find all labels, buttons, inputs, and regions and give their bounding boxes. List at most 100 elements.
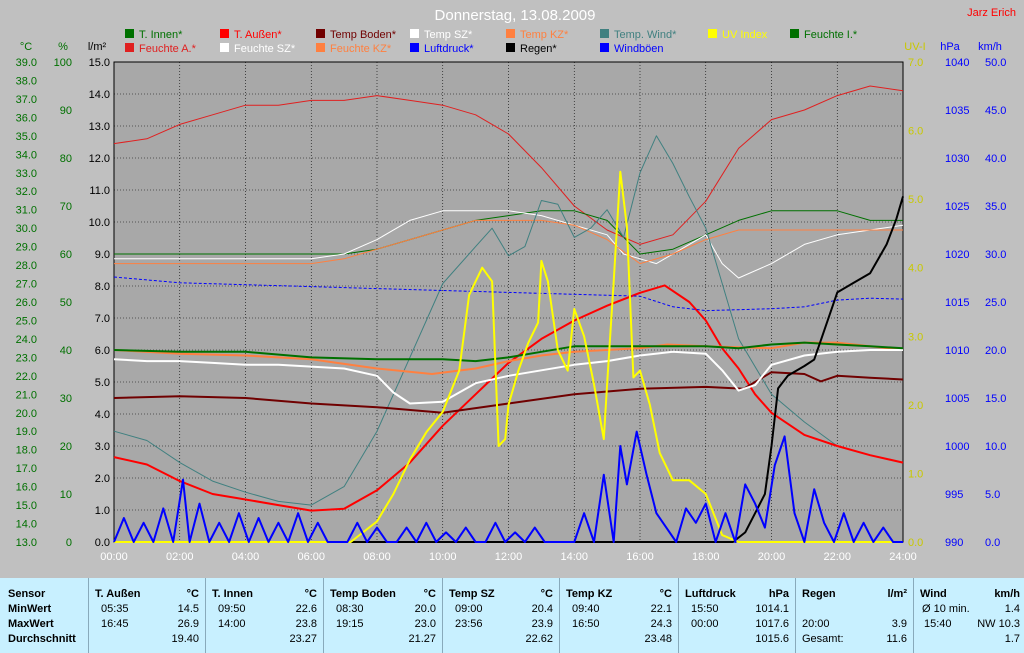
tick-label-celsius: 20.0 — [16, 408, 37, 420]
tick-label-kmh: 20.0 — [985, 345, 1006, 357]
stats-column: Regen l/m² 20:00 3.9 Gesamt: 11.6 — [795, 578, 913, 653]
stats-max-time: 14:00 — [218, 618, 246, 630]
legend-label: Feuchte KZ* — [330, 43, 392, 55]
stats-avg-value: 23.48 — [644, 633, 672, 645]
legend-label: Luftdruck* — [424, 43, 474, 55]
stats-col-name: Regen — [802, 588, 836, 600]
stats-max-time: 23:56 — [455, 618, 483, 630]
tick-label-uv: 3.0 — [908, 331, 923, 343]
tick-label-celsius: 24.0 — [16, 334, 37, 346]
stats-col-name: T. Außen — [95, 588, 141, 600]
tick-label-percent: 50 — [60, 297, 72, 309]
stats-regen-value: 3.9 — [891, 618, 907, 630]
tick-label-celsius: 25.0 — [16, 315, 37, 327]
stats-min-value: 22.1 — [650, 603, 672, 615]
tick-label-percent: 60 — [60, 249, 72, 261]
tick-label-hpa: 1005 — [945, 393, 969, 405]
tick-label-x: 04:00 — [232, 551, 260, 563]
stats-col-name: Wind — [920, 588, 947, 600]
legend-swatch — [125, 43, 134, 52]
legend-swatch — [600, 43, 609, 52]
stats-col-unit: °C — [423, 588, 436, 600]
axis-label-celsius: °C — [20, 41, 32, 53]
tick-label-percent: 10 — [60, 489, 72, 501]
legend-label: Feuchte A.* — [139, 43, 197, 55]
tick-label-kmh: 50.0 — [985, 57, 1006, 69]
tick-label-celsius: 18.0 — [16, 445, 37, 457]
tick-label-kmh: 5.0 — [985, 489, 1000, 501]
axis-label-hpa: hPa — [940, 41, 960, 53]
tick-label-x: 12:00 — [495, 551, 523, 563]
tick-label-rain: 2.0 — [95, 473, 110, 485]
tick-label-rain: 14.0 — [89, 89, 110, 101]
legend-label: Feuchte I.* — [804, 29, 858, 41]
tick-label-percent: 90 — [60, 105, 72, 117]
stats-col-unit: °C — [659, 588, 672, 600]
tick-label-hpa: 1040 — [945, 57, 969, 69]
tick-label-celsius: 17.0 — [16, 463, 37, 475]
stats-min-time: 09:40 — [572, 603, 600, 615]
stats-min-time: 05:35 — [101, 603, 129, 615]
tick-label-uv: 7.0 — [908, 57, 923, 69]
stats-max-value: 26.9 — [177, 618, 199, 630]
legend-label: Temp Boden* — [330, 29, 397, 41]
stats-regen-total: 11.6 — [886, 633, 907, 645]
legend-swatch — [600, 29, 609, 38]
tick-label-celsius: 16.0 — [16, 482, 37, 494]
legend-label: Temp SZ* — [424, 29, 473, 41]
tick-label-x: 20:00 — [758, 551, 786, 563]
tick-label-percent: 30 — [60, 393, 72, 405]
tick-label-uv: 6.0 — [908, 126, 923, 138]
axis-label-uv: UV-I — [904, 41, 925, 53]
tick-label-x: 08:00 — [363, 551, 391, 563]
tick-label-celsius: 34.0 — [16, 149, 37, 161]
axis-label-kmh: km/h — [978, 41, 1002, 53]
tick-label-hpa: 1020 — [945, 249, 969, 261]
row-label-avg: Durchschnitt — [8, 633, 76, 645]
tick-label-uv: 0.0 — [908, 537, 923, 549]
tick-label-x: 14:00 — [560, 551, 588, 563]
row-label-max: MaxWert — [8, 618, 54, 630]
tick-label-hpa: 995 — [945, 489, 963, 501]
tick-label-kmh: 15.0 — [985, 393, 1006, 405]
stats-col-unit: km/h — [994, 588, 1020, 600]
stats-wind-avg-label: Ø 10 min. — [922, 603, 970, 615]
legend-label: T. Außen* — [234, 29, 282, 41]
stats-wind-max-time: 15:40 — [924, 618, 952, 630]
tick-label-uv: 4.0 — [908, 263, 923, 275]
tick-label-uv: 2.0 — [908, 400, 923, 412]
row-label-sensor: Sensor — [8, 588, 46, 600]
legend-label: T. Innen* — [139, 29, 183, 41]
stats-avg-value: 19.40 — [171, 633, 199, 645]
legend-swatch — [220, 43, 229, 52]
tick-label-kmh: 25.0 — [985, 297, 1006, 309]
tick-label-celsius: 38.0 — [16, 75, 37, 87]
legend-label: Regen* — [520, 43, 557, 55]
tick-label-percent: 20 — [60, 441, 72, 453]
axis-label-rain: l/m² — [88, 41, 107, 53]
tick-label-kmh: 40.0 — [985, 153, 1006, 165]
legend-swatch — [316, 29, 325, 38]
tick-label-x: 00:00 — [100, 551, 128, 563]
tick-label-celsius: 36.0 — [16, 112, 37, 124]
legend-swatch — [410, 29, 419, 38]
stats-col-name: Temp Boden — [330, 588, 396, 600]
stats-col-name: Temp KZ — [566, 588, 613, 600]
tick-label-x: 22:00 — [823, 551, 851, 563]
tick-label-celsius: 26.0 — [16, 297, 37, 309]
legend-swatch — [506, 29, 515, 38]
tick-label-uv: 1.0 — [908, 468, 923, 480]
stats-wind-day-avg: 1.7 — [1004, 633, 1020, 645]
tick-label-hpa: 1015 — [945, 297, 969, 309]
stats-col-unit: °C — [186, 588, 199, 600]
tick-label-percent: 100 — [54, 57, 72, 69]
stats-max-value: 1017.6 — [755, 618, 789, 630]
stats-avg-value: 1015.6 — [755, 633, 789, 645]
tick-label-rain: 15.0 — [89, 57, 110, 69]
legend-swatch — [125, 29, 134, 38]
stats-max-value: 23.9 — [531, 618, 553, 630]
tick-label-percent: 0 — [66, 537, 72, 549]
tick-label-rain: 6.0 — [95, 345, 110, 357]
stats-avg-value: 23.27 — [289, 633, 317, 645]
stats-column: Temp Boden °C 08:30 20.0 19:15 23.0 21.27 — [323, 578, 442, 653]
